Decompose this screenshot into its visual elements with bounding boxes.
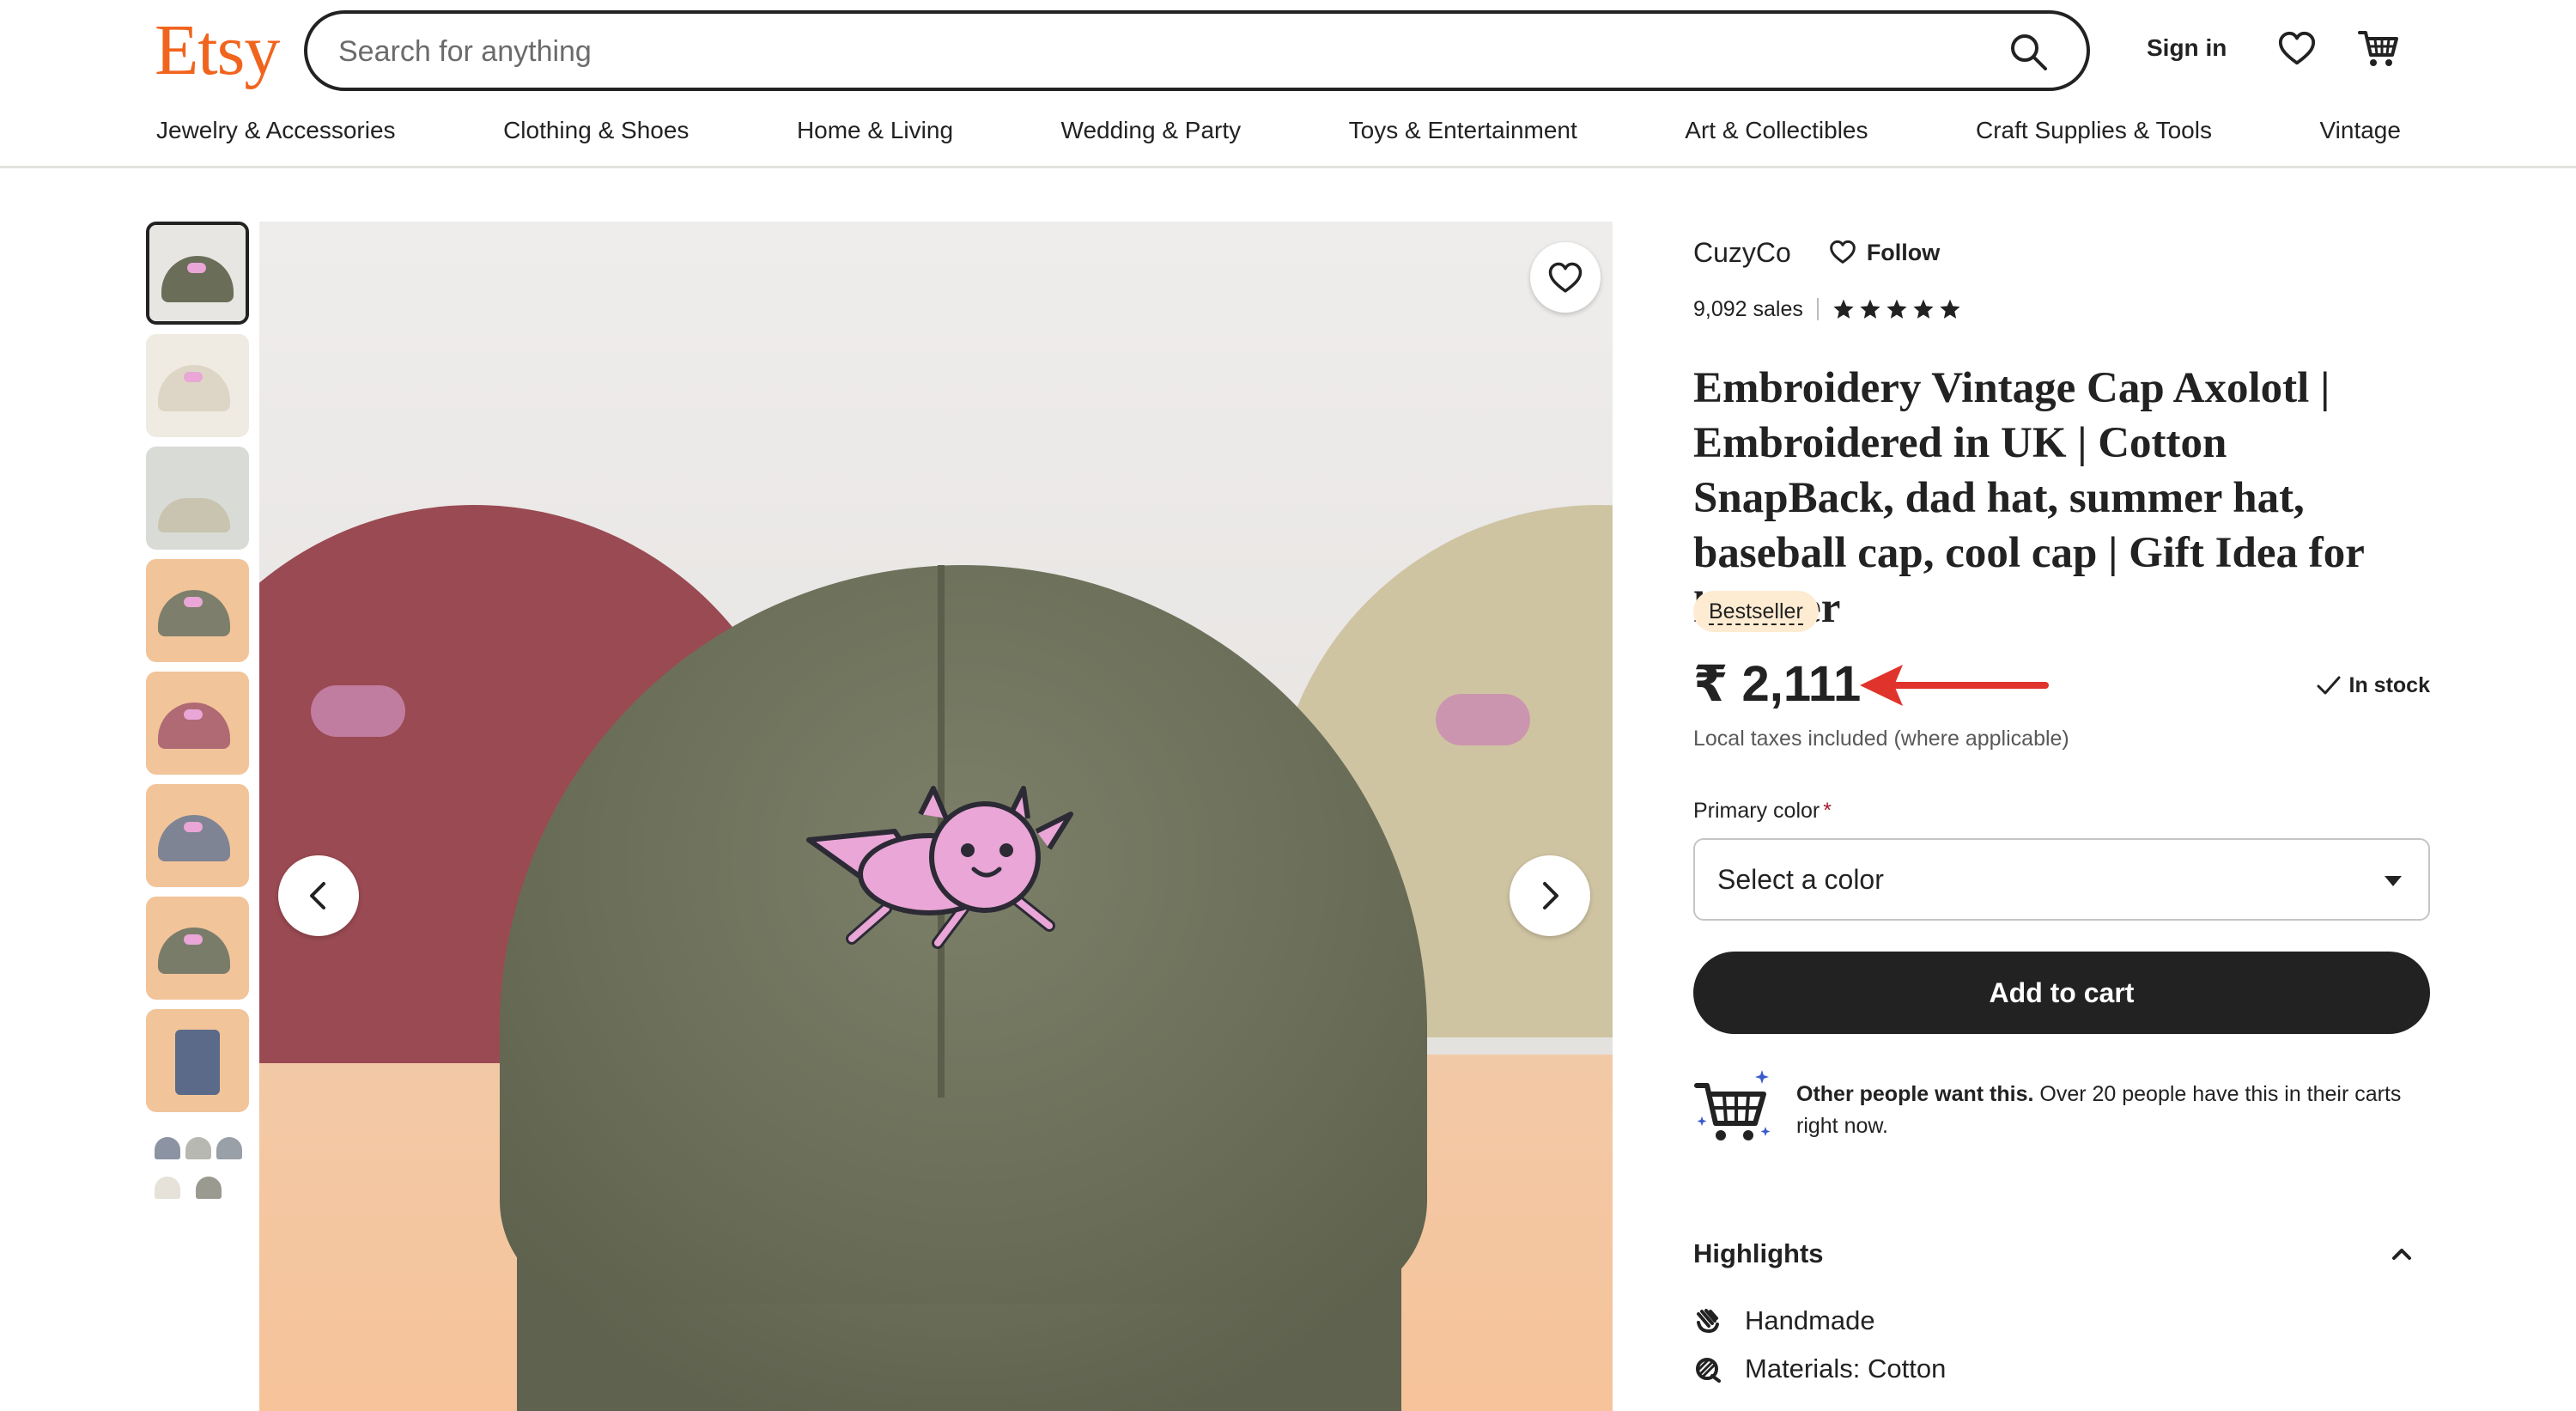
sales-count: 9,092 sales (1693, 296, 1803, 321)
price: ₹ 2,111 (1693, 656, 1862, 712)
shop-row: CuzyCo Follow (1693, 234, 1940, 271)
category-vintage[interactable]: Vintage (2319, 117, 2400, 151)
sign-in-link[interactable]: Sign in (2147, 34, 2227, 62)
category-wedding-party[interactable]: Wedding & Party (1061, 117, 1242, 151)
star-icon (1860, 299, 1880, 319)
thumbnail-6[interactable] (146, 784, 249, 887)
primary-color-label-text: Primary color (1693, 799, 1820, 823)
divider (1816, 298, 1819, 320)
primary-color-select[interactable]: Select a color (1693, 838, 2430, 921)
favorites-heart-icon[interactable] (2277, 29, 2317, 69)
follow-shop-button[interactable]: Follow (1829, 239, 1940, 266)
highlight-handmade: Handmade (1693, 1304, 1875, 1338)
caret-down-icon (2385, 876, 2402, 886)
chevron-right-icon (1543, 882, 1558, 909)
highlight-materials-label: Materials: Cotton (1745, 1353, 1947, 1384)
star-icon (1833, 299, 1854, 319)
category-jewelry-accessories[interactable]: Jewelry & Accessories (156, 117, 396, 151)
badge-label: Bestseller (1709, 599, 1803, 625)
hand-icon (1697, 1309, 1719, 1334)
etsy-logo[interactable]: Etsy (155, 9, 280, 92)
product-main-image[interactable] (259, 222, 1613, 1411)
shop-name-link[interactable]: CuzyCo (1693, 237, 1791, 269)
site-header: Etsy Sign in Jewelry & Accessories Cloth… (0, 0, 2576, 168)
star-icon (1940, 299, 1960, 319)
thumbnail-8[interactable] (146, 1009, 249, 1112)
demand-notice-bold: Other people want this. (1796, 1082, 2034, 1106)
category-art-collectibles[interactable]: Art & Collectibles (1685, 117, 1868, 151)
thumbnail-1[interactable] (146, 222, 249, 325)
highlight-handmade-label: Handmade (1745, 1305, 1875, 1335)
category-nav: Jewelry & Accessories Clothing & Shoes H… (156, 117, 2401, 151)
follow-label: Follow (1866, 239, 1941, 265)
thumbnail-9[interactable] (146, 1122, 249, 1225)
add-to-favorites-button[interactable] (1530, 242, 1601, 313)
tax-note: Local taxes included (where applicable) (1693, 727, 2069, 751)
star-icon (1886, 299, 1907, 319)
heart-icon (1829, 240, 1856, 264)
in-stock-label: In stock (2348, 672, 2430, 697)
category-home-living[interactable]: Home & Living (797, 117, 953, 151)
cart-icon[interactable] (2358, 27, 2399, 69)
add-to-cart-button[interactable]: Add to cart (1693, 952, 2430, 1034)
cart-sparkle-icon (1694, 1070, 1771, 1140)
demand-notice: Other people want this. Over 20 people h… (1693, 1063, 2430, 1158)
checkmark-icon (2317, 676, 2341, 695)
chevron-left-icon (310, 882, 325, 909)
demand-notice-text: Other people want this. Over 20 people h… (1796, 1079, 2423, 1142)
required-asterisk: * (1823, 799, 1832, 823)
axolotl-embroidery (806, 786, 1073, 949)
heart-icon (1548, 262, 1583, 293)
primary-color-value: Select a color (1717, 864, 1884, 895)
thumbnail-5[interactable] (146, 672, 249, 775)
star-icon (1913, 299, 1934, 319)
highlight-materials: Materials: Cotton (1693, 1352, 1946, 1386)
sales-rating-row: 9,092 sales (1693, 294, 1965, 325)
thumbnail-2[interactable] (146, 334, 249, 437)
bestseller-badge[interactable]: Bestseller (1693, 591, 1819, 632)
thumbnail-7[interactable] (146, 897, 249, 1000)
in-stock-status: In stock (2315, 672, 2430, 699)
thumbnail-4[interactable] (146, 559, 249, 662)
next-image-button[interactable] (1510, 855, 1590, 936)
red-arrow-annotation-icon (1860, 665, 2049, 706)
highlights-title: Highlights (1693, 1238, 1824, 1268)
category-toys-entertainment[interactable]: Toys & Entertainment (1349, 117, 1577, 151)
primary-color-label: Primary color * (1693, 799, 1832, 824)
search-bar[interactable] (304, 10, 2090, 91)
previous-image-button[interactable] (278, 855, 359, 936)
highlights-header[interactable]: Highlights (1693, 1238, 2430, 1276)
materials-icon (1696, 1358, 1721, 1383)
search-input[interactable] (338, 26, 1970, 77)
rating-stars[interactable] (1832, 298, 1965, 320)
category-craft-supplies-tools[interactable]: Craft Supplies & Tools (1976, 117, 2212, 151)
chevron-up-icon (2392, 1249, 2411, 1260)
search-icon[interactable] (2008, 31, 2049, 72)
thumbnail-3[interactable] (146, 447, 249, 550)
category-clothing-shoes[interactable]: Clothing & Shoes (503, 117, 689, 151)
